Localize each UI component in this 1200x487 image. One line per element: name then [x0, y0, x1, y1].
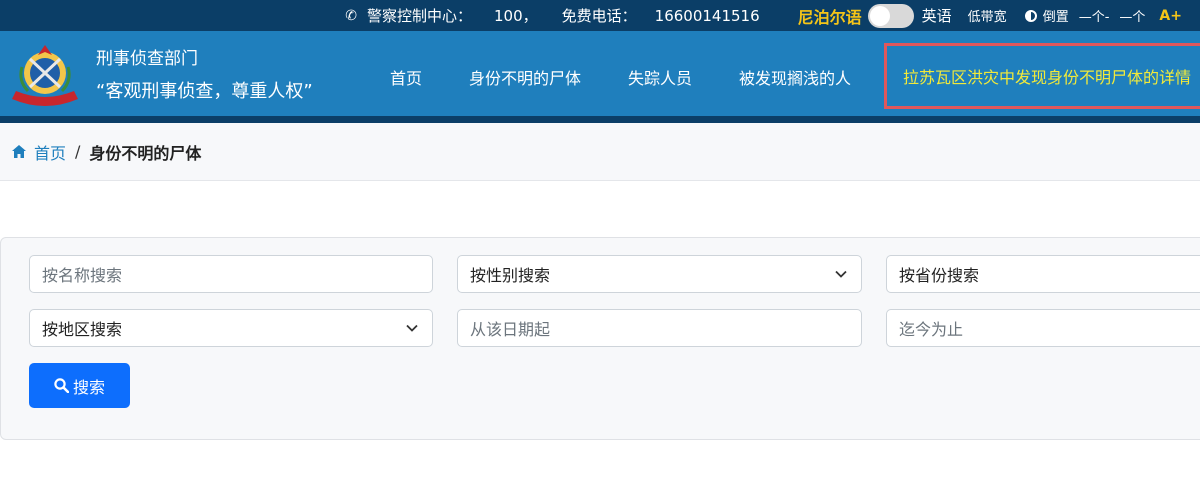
site-header: 刑事侦查部门 “客观刑事侦查，尊重人权” 首页 身份不明的尸体 失踪人员 被发现… — [0, 31, 1200, 123]
font-decrease-button[interactable]: —个- — [1079, 6, 1110, 25]
free-phone-number[interactable]: 16600141516 — [655, 7, 760, 25]
search-button-label: 搜索 — [72, 377, 105, 397]
breadcrumb-separator: / — [75, 142, 81, 161]
language-toggle[interactable] — [867, 3, 914, 28]
control-center-label: 警察控制中心： — [366, 7, 472, 25]
district-select[interactable]: 按地区搜索 — [29, 309, 433, 347]
contrast-icon — [1024, 9, 1037, 22]
toggle-knob — [869, 5, 890, 26]
phone-icon: ✆ — [345, 7, 357, 24]
lang-english-label[interactable]: 英语 — [922, 5, 952, 26]
breadcrumb-current: 身份不明的尸体 — [89, 143, 202, 163]
police-emblem-logo[interactable] — [8, 37, 82, 111]
chevron-down-icon — [406, 324, 418, 332]
nav-item-missing-persons[interactable]: 失踪人员 — [628, 65, 692, 89]
province-select[interactable]: 按省份搜索 — [886, 255, 1200, 293]
invert-link[interactable]: 倒置 — [1043, 6, 1069, 25]
breadcrumb: 首页 / 身份不明的尸体 — [0, 123, 1200, 181]
low-bandwidth-link[interactable]: 低带宽 — [968, 6, 1007, 25]
home-icon — [12, 145, 26, 158]
nav-item-rasuwa-flood-details[interactable]: 拉苏瓦区洪灾中发现身份不明尸体的详情 — [884, 43, 1200, 109]
font-increase-button[interactable]: A+ — [1159, 8, 1182, 24]
lang-nepali-label[interactable]: 尼泊尔语 — [798, 4, 862, 28]
top-bar: ✆ 警察控制中心： 100， 免费电话： 16600141516 尼泊尔语 英语… — [0, 0, 1200, 31]
from-date-input[interactable]: 从该日期起 — [457, 309, 862, 347]
free-phone-label: 免费电话： — [561, 7, 637, 25]
control-center-number[interactable]: 100， — [494, 5, 538, 26]
name-search-input[interactable]: 按名称搜索 — [29, 255, 433, 293]
gender-select-value: 按性别搜索 — [470, 266, 551, 285]
main-nav: 首页 身份不明的尸体 失踪人员 被发现搁浅的人 — [390, 31, 851, 123]
nav-item-home[interactable]: 首页 — [390, 65, 422, 89]
gender-select[interactable]: 按性别搜索 — [457, 255, 862, 293]
search-panel: 按名称搜索 按性别搜索 按省份搜索 按地区搜索 从该日期起 迄今为止 搜索 — [0, 237, 1200, 440]
search-icon — [54, 378, 69, 393]
province-select-value: 按省份搜索 — [899, 266, 980, 285]
to-date-input[interactable]: 迄今为止 — [886, 309, 1200, 347]
chevron-down-icon — [835, 270, 847, 278]
nav-item-stranded-persons[interactable]: 被发现搁浅的人 — [739, 65, 851, 89]
department-name: 刑事侦查部门 — [96, 49, 198, 69]
nav-item-unidentified-bodies[interactable]: 身份不明的尸体 — [469, 65, 581, 89]
font-normal-button[interactable]: —个 — [1119, 6, 1145, 25]
search-button[interactable]: 搜索 — [29, 363, 130, 408]
district-select-value: 按地区搜索 — [42, 320, 123, 339]
department-motto: “客观刑事侦查，尊重人权” — [96, 81, 313, 102]
breadcrumb-home-link[interactable]: 首页 — [34, 140, 66, 164]
